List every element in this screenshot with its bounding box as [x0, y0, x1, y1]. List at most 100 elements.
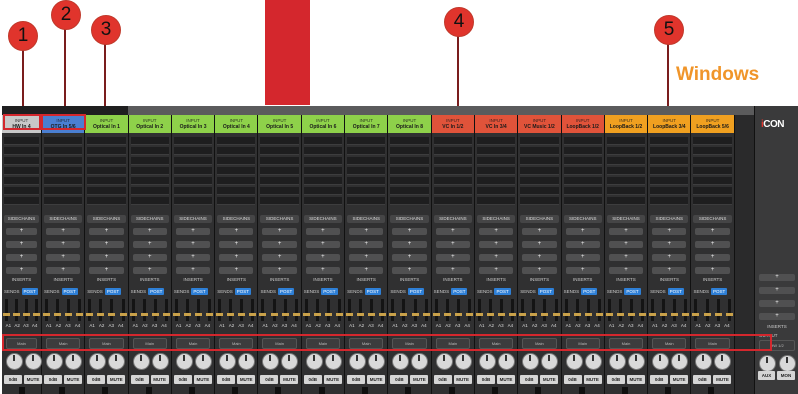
post-toggle[interactable]: POST [21, 288, 38, 295]
insert-slot[interactable]: + [522, 267, 557, 274]
post-toggle[interactable]: POST [104, 288, 122, 295]
insert-slot[interactable]: + [6, 267, 37, 274]
insert-slot[interactable]: + [608, 254, 644, 261]
pan-knob-left[interactable] [349, 353, 367, 370]
insert-slot[interactable]: + [219, 228, 254, 235]
send-faders[interactable] [432, 299, 473, 321]
sidechains-selector[interactable]: SIDECHAINS [130, 215, 169, 223]
send-faders[interactable] [346, 299, 387, 321]
post-toggle[interactable]: POST [667, 288, 684, 295]
sidechains-selector[interactable]: SIDECHAINS [347, 215, 386, 223]
pan-knob-right[interactable] [671, 353, 689, 370]
insert-slot[interactable]: + [478, 241, 514, 248]
gain-button[interactable]: 0dB [476, 375, 495, 384]
insert-slot[interactable]: + [435, 267, 470, 274]
sidechains-selector[interactable]: SIDECHAINS [4, 215, 39, 223]
mute-button[interactable]: MUTE [323, 375, 342, 384]
insert-slot[interactable]: + [565, 241, 600, 248]
pan-knob-right[interactable] [25, 353, 42, 370]
insert-slot[interactable]: + [652, 267, 687, 274]
pan-knob-left[interactable] [46, 353, 63, 370]
insert-slot[interactable]: + [565, 254, 600, 261]
insert-slot[interactable]: + [695, 267, 730, 274]
insert-slot[interactable]: + [565, 228, 600, 235]
pan-knob-right[interactable] [238, 353, 256, 370]
insert-slot[interactable]: + [175, 254, 211, 261]
channel-header[interactable]: INPUT VC In 1/2 [431, 115, 474, 133]
insert-slot[interactable]: + [608, 228, 644, 235]
insert-slot[interactable]: + [652, 228, 687, 235]
insert-slot[interactable]: + [89, 241, 124, 248]
pan-knob-right[interactable] [714, 353, 732, 370]
sidechains-selector[interactable]: SIDECHAINS [87, 215, 126, 223]
insert-slot[interactable]: + [219, 254, 254, 261]
pan-knob-left[interactable] [652, 353, 670, 370]
insert-slot[interactable]: + [305, 241, 341, 248]
sidechains-selector[interactable]: SIDECHAINS [217, 215, 256, 223]
gain-button[interactable]: 0dB [606, 375, 625, 384]
gain-button[interactable]: 0dB [520, 375, 539, 384]
insert-slot[interactable]: + [478, 267, 514, 274]
send-faders[interactable] [692, 299, 733, 321]
gain-button[interactable]: 0dB [130, 375, 149, 384]
mute-button[interactable]: MUTE [453, 375, 472, 384]
channel-header[interactable]: INPUT VC Music 1/2 [518, 115, 561, 133]
pan-knob-right[interactable] [368, 353, 386, 370]
insert-slot[interactable]: + [305, 228, 341, 235]
channel-header[interactable]: INPUT Optical In 1 [85, 115, 128, 133]
insert-slot[interactable]: + [46, 228, 81, 235]
post-toggle[interactable]: POST [364, 288, 381, 295]
sidechains-selector[interactable]: SIDECHAINS [390, 215, 429, 223]
pan-knob-left[interactable] [305, 353, 323, 370]
insert-slot[interactable]: + [652, 254, 687, 261]
channel-header[interactable]: INPUT LoopBack 1/2 [561, 115, 604, 133]
send-faders[interactable] [172, 299, 214, 321]
insert-slot[interactable]: + [522, 254, 557, 261]
insert-slot[interactable]: + [89, 228, 124, 235]
channel-header[interactable]: INPUT LoopBack 3/4 [648, 115, 691, 133]
sidechains-selector[interactable]: SIDECHAINS [476, 215, 516, 223]
insert-slot[interactable]: + [305, 254, 341, 261]
insert-slot[interactable]: + [349, 254, 384, 261]
insert-slot[interactable]: + [175, 241, 211, 248]
gain-button[interactable]: 0dB [347, 375, 366, 384]
send-faders[interactable] [3, 299, 40, 321]
insert-slot[interactable]: + [608, 241, 644, 248]
insert-slot[interactable]: + [435, 241, 470, 248]
insert-slot[interactable]: + [46, 241, 81, 248]
post-toggle[interactable]: POST [537, 288, 555, 295]
pan-knob-right[interactable] [627, 353, 645, 370]
gain-button[interactable]: 0dB [44, 375, 62, 384]
gain-button[interactable]: 0dB [87, 375, 106, 384]
sidechains-selector[interactable]: SIDECHAINS [303, 215, 343, 223]
post-toggle[interactable]: POST [191, 288, 208, 295]
insert-slot[interactable]: + [392, 254, 427, 261]
send-faders[interactable] [216, 299, 257, 321]
insert-slot[interactable]: + [219, 267, 254, 274]
pan-knob-right[interactable] [108, 353, 126, 370]
gain-button[interactable]: 0dB [260, 375, 279, 384]
pan-knob-left[interactable] [435, 353, 453, 370]
mute-button[interactable]: MUTE [367, 375, 386, 384]
insert-slot[interactable]: + [219, 241, 254, 248]
send-faders[interactable] [605, 299, 647, 321]
mute-button[interactable]: MUTE [713, 375, 732, 384]
pan-knob-right[interactable] [454, 353, 472, 370]
post-toggle[interactable]: POST [148, 288, 165, 295]
send-faders[interactable] [562, 299, 603, 321]
insert-slot[interactable]: + [522, 228, 557, 235]
sidechains-selector[interactable]: SIDECHAINS [433, 215, 472, 223]
insert-slot[interactable]: + [305, 267, 341, 274]
mon-button[interactable]: MON [777, 371, 795, 380]
insert-slot[interactable]: + [349, 228, 384, 235]
insert-slot[interactable]: + [262, 228, 297, 235]
post-toggle[interactable]: POST [494, 288, 511, 295]
send-faders[interactable] [389, 299, 430, 321]
insert-slot[interactable]: + [392, 241, 427, 248]
sidechains-selector[interactable]: SIDECHAINS [606, 215, 646, 223]
gain-button[interactable]: 0dB [433, 375, 452, 384]
post-toggle[interactable]: POST [581, 288, 598, 295]
send-faders[interactable] [86, 299, 127, 321]
insert-slot[interactable]: + [175, 267, 211, 274]
pan-knob-left[interactable] [6, 353, 23, 370]
